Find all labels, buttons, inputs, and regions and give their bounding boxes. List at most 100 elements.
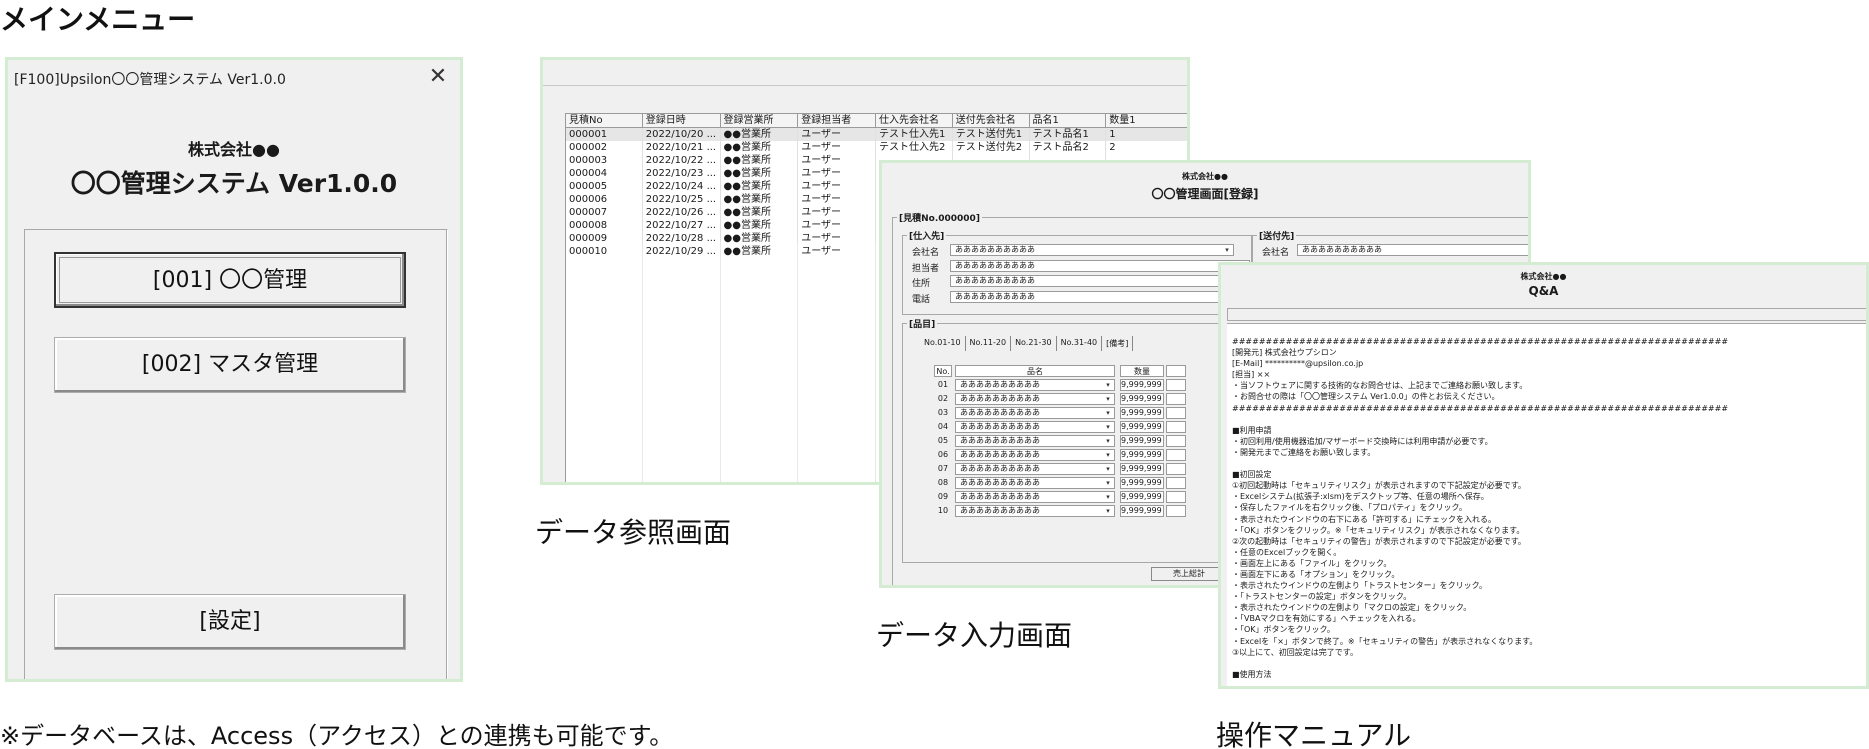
item-extra-field[interactable] <box>1166 435 1186 447</box>
settings-button[interactable]: [設定] <box>54 594 406 650</box>
table-row[interactable]: 000002 2022/10/21 ... ●●営業所 ユーザー テスト仕入先2 テスト送… <box>566 141 1187 154</box>
table-cell: 2022/10/24 ... <box>643 180 721 193</box>
item-quantity-field[interactable]: 9,999,999 <box>1120 449 1164 461</box>
destination-company-field[interactable]: ああああああああああ <box>1297 244 1528 256</box>
column-header[interactable]: 仕入先会社名 <box>876 114 953 127</box>
item-name-select[interactable]: ああああああああああ ▾ <box>955 379 1115 391</box>
column-header[interactable]: 見積No <box>566 114 643 127</box>
sales-total-button[interactable]: 売上総計 <box>1151 567 1227 581</box>
supplier-phone-field[interactable]: ああああああああああ <box>950 291 1250 303</box>
dropdown-arrow-icon: ▾ <box>1106 395 1110 403</box>
item-tab[interactable]: No.11-20 <box>966 336 1012 351</box>
destination-frame-label: [送付先] <box>1257 229 1297 242</box>
item-extra-field[interactable] <box>1166 505 1186 517</box>
item-tab[interactable]: No.21-30 <box>1011 336 1057 351</box>
item-name-select[interactable]: ああああああああああ ▾ <box>955 421 1115 433</box>
item-extra-field[interactable] <box>1166 463 1186 475</box>
item-quantity-field[interactable]: 9,999,999 <box>1120 463 1164 475</box>
item-tab[interactable]: No.31-40 <box>1057 336 1103 351</box>
item-name-value: ああああああああああ <box>960 492 1040 501</box>
item-name-select[interactable]: ああああああああああ ▾ <box>955 449 1115 461</box>
column-header[interactable]: 登録担当者 <box>798 114 876 127</box>
master-management-button[interactable]: [002] マスタ管理 <box>54 337 406 393</box>
item-quantity-field[interactable]: 9,999,999 <box>1120 379 1164 391</box>
item-extra-field[interactable] <box>1166 421 1186 433</box>
manual-line: ・Excelを「×」ボタンで終了。※「セキュリティの警告」が表示されなくなります… <box>1232 636 1538 646</box>
dropdown-arrow-icon: ▾ <box>1225 246 1229 254</box>
manual-line: ・開発元までご連絡をお願い致します。 <box>1232 447 1376 457</box>
item-extra-field[interactable] <box>1166 379 1186 391</box>
item-extra-field[interactable] <box>1166 393 1186 405</box>
supplier-phone-label: 電話 <box>912 295 931 305</box>
title-bar: [F100]Upsilon〇〇管理システム Ver1.0.0 ✕ <box>8 60 460 96</box>
item-row: 10 ああああああああああ ▾ 9,999,999 <box>934 505 1186 517</box>
column-header[interactable]: 送付先会社名 <box>953 114 1030 127</box>
supplier-person-field[interactable]: ああああああああああ <box>950 260 1250 272</box>
manual-line: ■使用方法 <box>1232 669 1272 679</box>
item-name-select[interactable]: ああああああああああ ▾ <box>955 491 1115 503</box>
item-number: 08 <box>937 478 949 487</box>
item-number: 01 <box>937 380 949 389</box>
items-frame-label: [品目] <box>907 317 938 330</box>
column-header[interactable]: 数量1 <box>1106 114 1187 127</box>
item-name-select[interactable]: ああああああああああ ▾ <box>955 435 1115 447</box>
table-cell: テスト仕入先2 <box>876 141 953 154</box>
item-number: 05 <box>937 436 949 445</box>
toolbar <box>543 60 1187 86</box>
close-icon[interactable]: ✕ <box>424 63 452 91</box>
item-name-value: ああああああああああ <box>960 380 1040 389</box>
window-title: [F100]Upsilon〇〇管理システム Ver1.0.0 <box>14 72 286 88</box>
manual-title: Q&A <box>1528 284 1559 298</box>
items-header-name: 品名 <box>955 365 1115 377</box>
table-cell: 000003 <box>566 154 643 167</box>
item-extra-field[interactable] <box>1166 407 1186 419</box>
table-cell: ●●営業所 <box>721 128 799 141</box>
item-tab[interactable]: [備考] <box>1102 336 1134 351</box>
supplier-address-label: 住所 <box>912 279 931 289</box>
item-name-select[interactable]: ああああああああああ ▾ <box>955 477 1115 489</box>
manual-line: ########################################… <box>1232 337 1729 346</box>
item-quantity-field[interactable]: 9,999,999 <box>1120 421 1164 433</box>
supplier-frame-label: [仕入先] <box>907 229 947 242</box>
item-quantity-field[interactable]: 9,999,999 <box>1120 491 1164 503</box>
item-row: 05 ああああああああああ ▾ 9,999,999 <box>934 435 1186 447</box>
item-extra-field[interactable] <box>1166 477 1186 489</box>
table-cell: ●●営業所 <box>721 206 799 219</box>
item-quantity-field[interactable]: 9,999,999 <box>1120 435 1164 447</box>
supplier-address-field[interactable]: ああああああああああ <box>950 275 1250 287</box>
dropdown-arrow-icon: ▾ <box>1106 451 1110 459</box>
destination-company-label: 会社名 <box>1262 248 1290 258</box>
item-name-value: ああああああああああ <box>960 478 1040 487</box>
table-row[interactable]: 000001 2022/10/20 ... ●●営業所 ユーザー テスト仕入先1 テスト送… <box>566 128 1187 141</box>
item-name-select[interactable]: ああああああああああ ▾ <box>955 393 1115 405</box>
caption-data-input: データ入力画面 <box>876 619 1073 652</box>
table-cell: ユーザー <box>798 180 876 193</box>
manual-line: ・「OK」ボタンをクリック。※「セキュリティリスク」が表示されなくなります。 <box>1232 525 1525 535</box>
management-button[interactable]: [001] 〇〇管理 <box>54 252 406 308</box>
item-name-select[interactable]: ああああああああああ ▾ <box>955 505 1115 517</box>
manual-text-area[interactable]: ########################################… <box>1227 323 1866 686</box>
item-name-select[interactable]: ああああああああああ ▾ <box>955 407 1115 419</box>
column-header[interactable]: 品名1 <box>1030 114 1107 127</box>
supplier-company-select[interactable]: ああああああああああ ▾ <box>950 244 1234 256</box>
item-quantity-field[interactable]: 9,999,999 <box>1120 505 1164 517</box>
column-header[interactable]: 登録日時 <box>643 114 721 127</box>
item-quantity-field[interactable]: 9,999,999 <box>1120 393 1164 405</box>
table-cell: 2022/10/22 ... <box>643 154 721 167</box>
column-header[interactable]: 登録営業所 <box>721 114 799 127</box>
table-cell: 000002 <box>566 141 643 154</box>
item-row: 07 ああああああああああ ▾ 9,999,999 <box>934 463 1186 475</box>
dropdown-arrow-icon: ▾ <box>1106 479 1110 487</box>
item-extra-field[interactable] <box>1166 449 1186 461</box>
manual-line: ・「OK」ボタンをクリック。 <box>1232 625 1335 635</box>
item-quantity-field[interactable]: 9,999,999 <box>1120 477 1164 489</box>
dropdown-arrow-icon: ▾ <box>1106 423 1110 431</box>
item-extra-field[interactable] <box>1166 491 1186 503</box>
table-cell: 000007 <box>566 206 643 219</box>
item-name-select[interactable]: ああああああああああ ▾ <box>955 463 1115 475</box>
manual-line: ・表示されたウインドウの左側より「マクロの設定」をクリック。 <box>1232 603 1472 613</box>
item-name-value: ああああああああああ <box>960 506 1040 515</box>
manual-line: ・Excelシステム(拡張子:xlsm)をデスクトップ等、任意の場所へ保存。 <box>1232 492 1489 502</box>
item-tab[interactable]: No.01-10 <box>920 336 966 351</box>
item-quantity-field[interactable]: 9,999,999 <box>1120 407 1164 419</box>
